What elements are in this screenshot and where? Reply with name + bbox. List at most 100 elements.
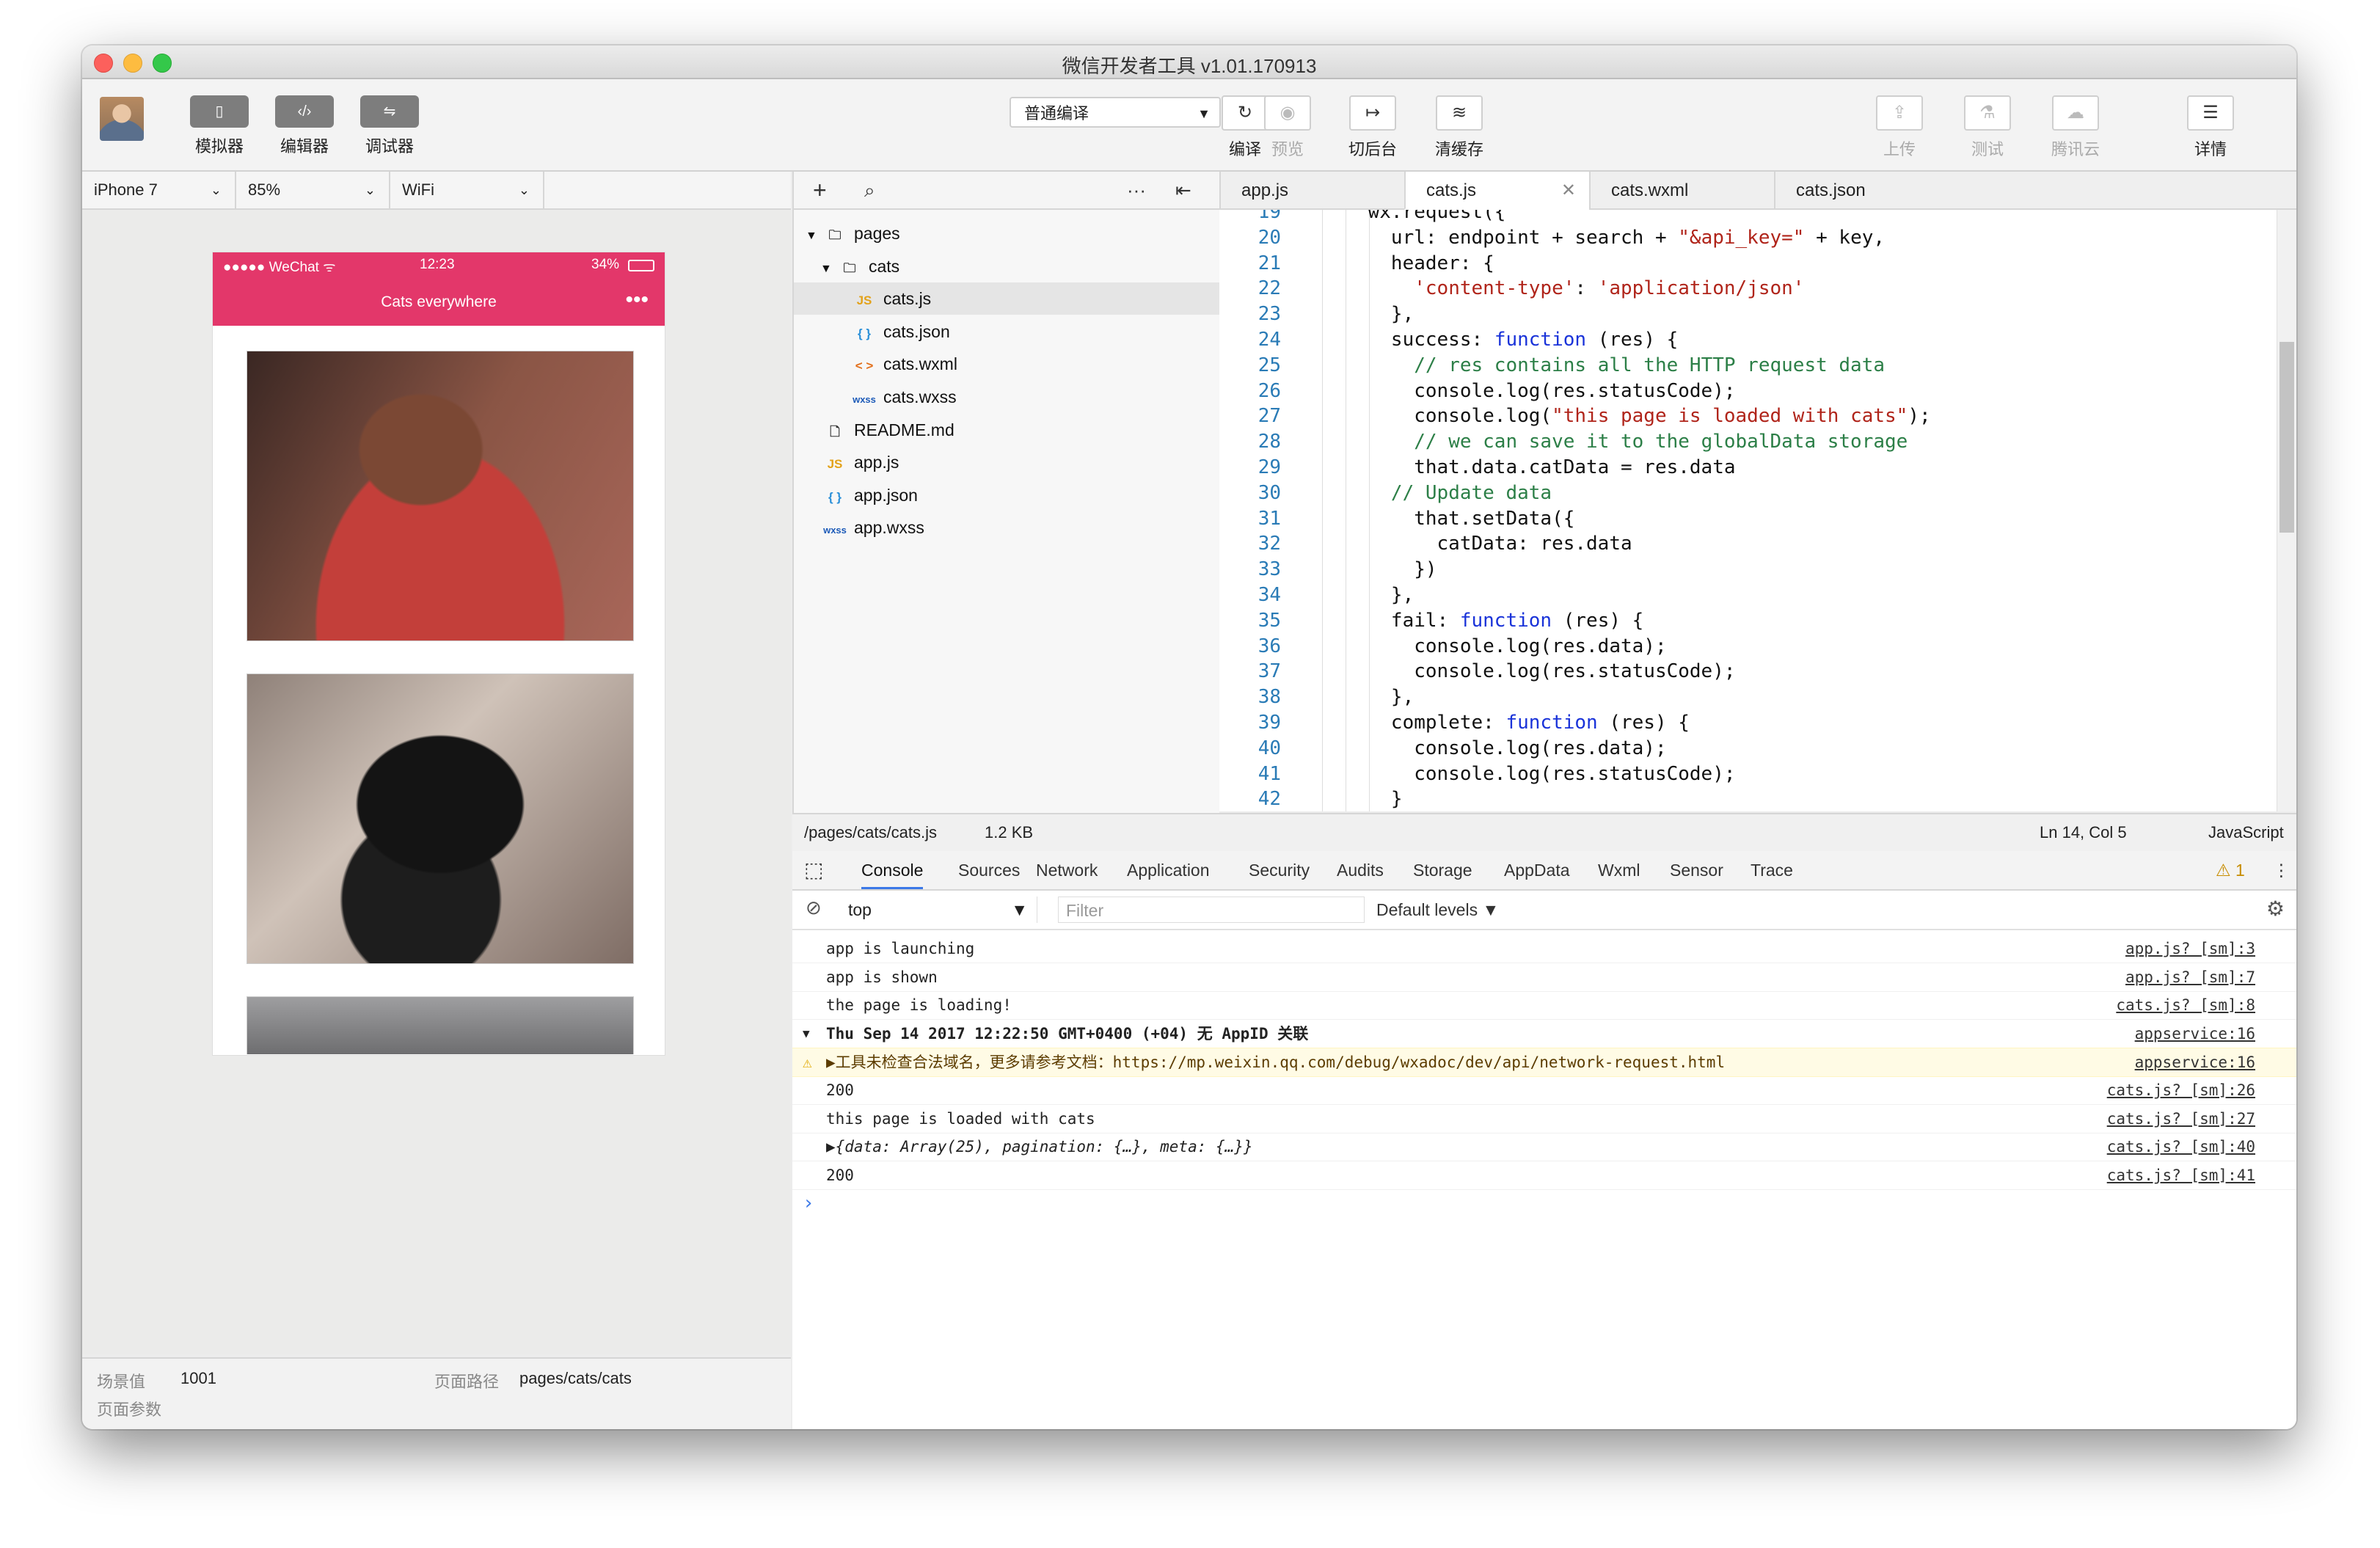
tab-sources[interactable]: Sources (958, 851, 1020, 889)
code-string: "&api_key=" (1678, 226, 1805, 249)
device-select[interactable]: iPhone 7 ⌄ (82, 172, 236, 208)
console-source-link[interactable]: cats.js? [sm]:27 (2107, 1105, 2255, 1133)
chevron-down-icon[interactable] (835, 285, 850, 318)
search-icon[interactable]: ⌕ (864, 172, 875, 208)
console-row-warn: ▶工具未检查合法域名，更多请参考文档：https://mp.weixin.qq.… (792, 1048, 2296, 1078)
code-text: } (1322, 788, 1403, 811)
file-name: README.md (854, 420, 954, 439)
more-icon[interactable]: ··· (1127, 172, 1146, 208)
details-button[interactable]: ☰ 详情 (2178, 95, 2244, 160)
page-path-value[interactable]: pages/cats/cats (519, 1369, 632, 1388)
tab-storage[interactable]: Storage (1413, 851, 1472, 889)
chevron-down-icon[interactable]: ▼ (820, 253, 835, 285)
console-source-link[interactable]: app.js? [sm]:7 (2125, 963, 2255, 991)
add-file-icon[interactable]: + (813, 172, 827, 208)
tab-appdata[interactable]: AppData (1504, 851, 1570, 889)
phone-screen[interactable]: ●●●●● WeChat ᯤ 12:23 34% Cats everywhere… (213, 252, 665, 1055)
clear-cache-button[interactable]: ≋ 清缓存 (1426, 95, 1492, 160)
preview-button[interactable]: ◉ 预览 (1255, 95, 1321, 160)
chevron-down-icon[interactable] (806, 449, 820, 481)
chevron-down-icon: ⌄ (518, 183, 530, 197)
console-source-link[interactable]: appservice:16 (2135, 1020, 2255, 1048)
code-keyword: function (1505, 712, 1598, 734)
chevron-down-icon[interactable]: ▼ (806, 220, 820, 252)
console-row-log: this page is loaded with cats cats.js? [s… (792, 1105, 2296, 1133)
code-line: console.log(res.statusCode); (1322, 380, 1735, 402)
console-message: ▶{data: Array(25), pagination: {…}, meta… (826, 1138, 1253, 1156)
line-number: 23 (1257, 303, 1281, 326)
file-size: 1.2 KB (985, 823, 1034, 841)
upload-button[interactable]: ⇪ 上传 (1866, 95, 1932, 160)
tab-application[interactable]: Application (1127, 851, 1210, 889)
chevron-down-icon[interactable] (835, 351, 850, 383)
cursor-position[interactable]: Ln 14, Col 5 (2040, 814, 2127, 851)
context-select[interactable]: top ▼ (839, 897, 1037, 923)
tab-wxml[interactable]: Wxml (1598, 851, 1640, 889)
chevron-down-icon[interactable] (835, 318, 850, 351)
log-levels-select[interactable]: Default levels ▼ (1376, 897, 1499, 923)
upload-label: 上传 (1883, 140, 1916, 158)
tree-item-cats[interactable]: ▼ 🗀 cats (794, 250, 1219, 282)
zoom-select[interactable]: 85% ⌄ (236, 172, 390, 208)
tab-network[interactable]: Network (1036, 851, 1098, 889)
console-source-link[interactable]: app.js? [sm]:3 (2125, 935, 2255, 963)
scrollbar-thumb[interactable] (2279, 342, 2294, 533)
tree-item-cats-js[interactable]: JS cats.js (794, 282, 1219, 315)
chevron-down-icon[interactable] (806, 417, 820, 449)
tab-security[interactable]: Security (1249, 851, 1310, 889)
chevron-down-icon[interactable] (806, 482, 820, 514)
tree-item-cats-wxss[interactable]: wxss cats.wxss (794, 381, 1219, 413)
tencent-cloud-button[interactable]: ☁ 腾讯云 (2043, 95, 2109, 160)
tree-item-readme-md[interactable]: 🗋 README.md (794, 414, 1219, 446)
console-filter-input[interactable]: Filter (1058, 897, 1365, 923)
tab-audits[interactable]: Audits (1337, 851, 1384, 889)
tab-console[interactable]: Console (861, 851, 924, 889)
code-line: // res contains all the HTTP request dat… (1322, 354, 1885, 376)
simulator-toggle[interactable]: ▯ 模拟器 (186, 95, 252, 157)
background-button[interactable]: ↦ 切后台 (1340, 95, 1406, 160)
debugger-toggle[interactable]: ⇋ 调试器 (357, 95, 423, 157)
editor-scrollbar[interactable] (2277, 210, 2296, 811)
devtools-menu-icon[interactable]: ⋮ (2273, 851, 2290, 889)
editor-toggle[interactable]: ‹/› 编辑器 (271, 95, 337, 157)
console-source-link[interactable]: cats.js? [sm]:40 (2107, 1133, 2255, 1161)
gear-icon[interactable]: ⚙ (2266, 897, 2285, 921)
close-tab-icon[interactable]: ✕ (1561, 172, 1576, 210)
upload-icon: ⇪ (1876, 95, 1923, 131)
language-mode[interactable]: JavaScript (2208, 814, 2284, 851)
collapse-panel-icon[interactable]: ⇤ (1175, 172, 1191, 208)
code-editor[interactable]: 19 20 21 22 23 24 25 26 27 28 29 30 31 32 33 34 35 36 37 38… (1219, 210, 2296, 811)
tree-item-app-wxss[interactable]: wxss app.wxss (794, 511, 1219, 544)
code-line: } (1322, 788, 1403, 810)
clear-console-icon[interactable]: ⊘ (806, 897, 822, 919)
chevron-down-icon[interactable] (806, 514, 820, 547)
network-select[interactable]: WiFi ⌄ (390, 172, 544, 208)
file-name: cats.wxss (883, 387, 957, 406)
tree-item-cats-json[interactable]: { } cats.json (794, 315, 1219, 348)
user-avatar[interactable] (100, 97, 144, 141)
console-source-link[interactable]: appservice:16 (2135, 1048, 2255, 1076)
tree-item-app-json[interactable]: { } app.json (794, 479, 1219, 511)
warning-count-badge[interactable]: ⚠ 1 (2216, 851, 2245, 889)
expand-group-icon[interactable]: ▼ (803, 1020, 810, 1048)
chevron-down-icon: ▼ (1197, 106, 1211, 121)
console-prompt[interactable]: › (792, 1189, 2296, 1217)
more-options-icon[interactable]: ••• (625, 279, 649, 321)
tab-cats-js[interactable]: cats.js ✕ (1404, 172, 1589, 210)
tree-item-app-js[interactable]: JS app.js (794, 446, 1219, 478)
console-source-link[interactable]: cats.js? [sm]:8 (2116, 991, 2255, 1019)
test-button[interactable]: ⚗ 测试 (1954, 95, 2021, 160)
tab-cats-json[interactable]: cats.json (1774, 172, 1959, 210)
inspect-element-icon[interactable]: ⬚ (804, 851, 823, 889)
compile-mode-select[interactable]: 普通编译 ▼ (1010, 97, 1221, 128)
console-source-link[interactable]: cats.js? [sm]:41 (2107, 1161, 2255, 1189)
chevron-down-icon[interactable] (835, 384, 850, 416)
tab-trace[interactable]: Trace (1751, 851, 1793, 889)
tab-app-js[interactable]: app.js (1219, 172, 1404, 210)
console-message: the page is loading! (826, 996, 1012, 1015)
tab-cats-wxml[interactable]: cats.wxml (1589, 172, 1774, 210)
tree-item-pages[interactable]: ▼ 🗀 pages (794, 217, 1219, 249)
tree-item-cats-wxml[interactable]: < > cats.wxml (794, 348, 1219, 380)
console-source-link[interactable]: cats.js? [sm]:26 (2107, 1076, 2255, 1104)
tab-sensor[interactable]: Sensor (1670, 851, 1723, 889)
